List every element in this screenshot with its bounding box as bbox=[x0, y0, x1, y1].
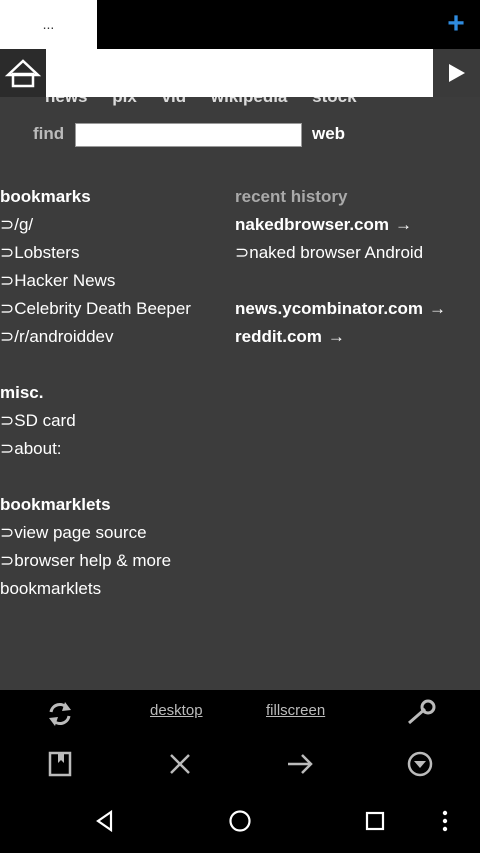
quicklink-news[interactable]: news bbox=[45, 97, 88, 106]
bookmark-item[interactable]: ⊃/g/ bbox=[0, 211, 232, 239]
start-page: news pix vid wikipedia stock find web bo… bbox=[0, 97, 480, 690]
bookmarklet-item-continued[interactable]: bookmarklets bbox=[0, 575, 232, 603]
close-icon bbox=[170, 754, 190, 774]
bookmark-icon bbox=[48, 751, 72, 777]
bookmark-label: /g/ bbox=[14, 215, 34, 234]
bookmark-item[interactable]: ⊃Lobsters bbox=[0, 239, 232, 267]
link-prefix-icon: ⊃ bbox=[0, 327, 15, 346]
quicklink-stock[interactable]: stock bbox=[312, 97, 356, 106]
tab-bar: ... + bbox=[0, 0, 480, 49]
web-search-button[interactable]: web bbox=[312, 124, 345, 144]
forward-button[interactable] bbox=[280, 744, 320, 784]
back-triangle-icon bbox=[96, 809, 113, 833]
url-input[interactable] bbox=[46, 49, 433, 97]
history-domain[interactable]: reddit.com → bbox=[235, 323, 480, 351]
bookmark-label: Hacker News bbox=[14, 271, 116, 290]
arrow-right-icon bbox=[288, 754, 313, 774]
play-icon bbox=[449, 64, 465, 82]
arrow-right-icon: → bbox=[395, 215, 413, 234]
history-domain-label: news.ycombinator.com bbox=[235, 299, 423, 318]
bookmarklets-heading: bookmarklets bbox=[0, 495, 111, 514]
bookmark-label: Lobsters bbox=[14, 243, 80, 262]
plus-icon[interactable]: + bbox=[440, 8, 472, 40]
bookmarks-heading: bookmarks bbox=[0, 187, 91, 206]
go-button[interactable] bbox=[433, 49, 480, 97]
desktop-mode-link[interactable]: desktop bbox=[150, 702, 203, 719]
settings-button[interactable] bbox=[400, 694, 440, 734]
home-circle-icon bbox=[229, 810, 251, 832]
history-domain-label: reddit.com bbox=[235, 327, 322, 346]
history-heading: recent history bbox=[235, 187, 348, 206]
quicklink-wikipedia[interactable]: wikipedia bbox=[211, 97, 288, 106]
quicklinks: news pix vid wikipedia stock bbox=[45, 97, 377, 107]
system-nav-bar bbox=[0, 790, 480, 853]
refresh-icon bbox=[49, 702, 71, 726]
link-prefix-icon: ⊃ bbox=[235, 243, 250, 262]
quicklink-pix[interactable]: pix bbox=[112, 97, 137, 106]
bookmarklet-item[interactable]: ⊃view page source bbox=[0, 519, 232, 547]
bookmark-item[interactable]: ⊃/r/androiddev bbox=[0, 323, 232, 351]
link-prefix-icon: ⊃ bbox=[0, 243, 15, 262]
bookmark-item[interactable]: ⊃Hacker News bbox=[0, 267, 232, 295]
history-page[interactable]: ⊃naked browser Android bbox=[235, 239, 480, 267]
link-prefix-icon: ⊃ bbox=[0, 299, 15, 318]
fillscreen-link[interactable]: fillscreen bbox=[266, 702, 325, 719]
left-column: bookmarks ⊃/g/ ⊃Lobsters ⊃Hacker News ⊃C… bbox=[0, 183, 232, 603]
menu-button[interactable] bbox=[400, 744, 440, 784]
browser-toolbar: desktop fillscreen bbox=[0, 690, 480, 790]
misc-item[interactable]: ⊃about: bbox=[0, 435, 232, 463]
bookmarklet-item[interactable]: ⊃browser help & more bbox=[0, 547, 232, 575]
reload-button[interactable] bbox=[40, 694, 80, 734]
link-prefix-icon: ⊃ bbox=[0, 551, 15, 570]
overflow-menu-button[interactable] bbox=[428, 804, 462, 838]
arrow-right-icon: → bbox=[327, 327, 345, 346]
history-page-label: naked browser Android bbox=[249, 243, 424, 262]
history-domain[interactable]: news.ycombinator.com → bbox=[235, 295, 480, 323]
square-icon bbox=[365, 811, 385, 831]
bookmarklet-label: browser help & more bbox=[14, 551, 172, 570]
bookmark-label: /r/androiddev bbox=[14, 327, 114, 346]
back-nav-button[interactable] bbox=[88, 804, 122, 838]
link-prefix-icon: ⊃ bbox=[0, 439, 15, 458]
home-nav-button[interactable] bbox=[223, 804, 257, 838]
arrow-right-icon: → bbox=[429, 299, 446, 318]
link-prefix-icon: ⊃ bbox=[0, 411, 15, 430]
stop-button[interactable] bbox=[160, 744, 200, 784]
address-bar bbox=[0, 49, 480, 97]
misc-heading: misc. bbox=[0, 383, 44, 402]
quicklink-vid[interactable]: vid bbox=[162, 97, 187, 106]
find-label: find bbox=[33, 124, 65, 143]
recents-nav-button[interactable] bbox=[358, 804, 392, 838]
link-prefix-icon: ⊃ bbox=[0, 523, 15, 542]
bookmark-button[interactable] bbox=[40, 744, 80, 784]
right-column: recent history nakedbrowser.com → ⊃naked … bbox=[235, 183, 480, 351]
misc-label: SD card bbox=[14, 411, 76, 430]
history-domain[interactable]: nakedbrowser.com → bbox=[235, 211, 480, 239]
bookmark-item[interactable]: ⊃Celebrity Death Beeper bbox=[0, 295, 232, 323]
home-button[interactable] bbox=[0, 49, 46, 97]
more-vertical-icon bbox=[442, 810, 448, 832]
history-domain-label: nakedbrowser.com bbox=[235, 215, 390, 234]
wrench-icon bbox=[408, 699, 436, 725]
bookmark-label: Celebrity Death Beeper bbox=[14, 299, 191, 318]
chevron-down-circle-icon bbox=[407, 751, 433, 777]
bookmarklet-label: view page source bbox=[14, 523, 147, 542]
link-prefix-icon: ⊃ bbox=[0, 215, 15, 234]
misc-item[interactable]: ⊃SD card bbox=[0, 407, 232, 435]
link-prefix-icon: ⊃ bbox=[0, 271, 15, 290]
search-input[interactable] bbox=[75, 123, 302, 147]
home-icon bbox=[4, 59, 42, 88]
tab-current[interactable]: ... bbox=[0, 0, 97, 49]
misc-label: about: bbox=[14, 439, 62, 458]
